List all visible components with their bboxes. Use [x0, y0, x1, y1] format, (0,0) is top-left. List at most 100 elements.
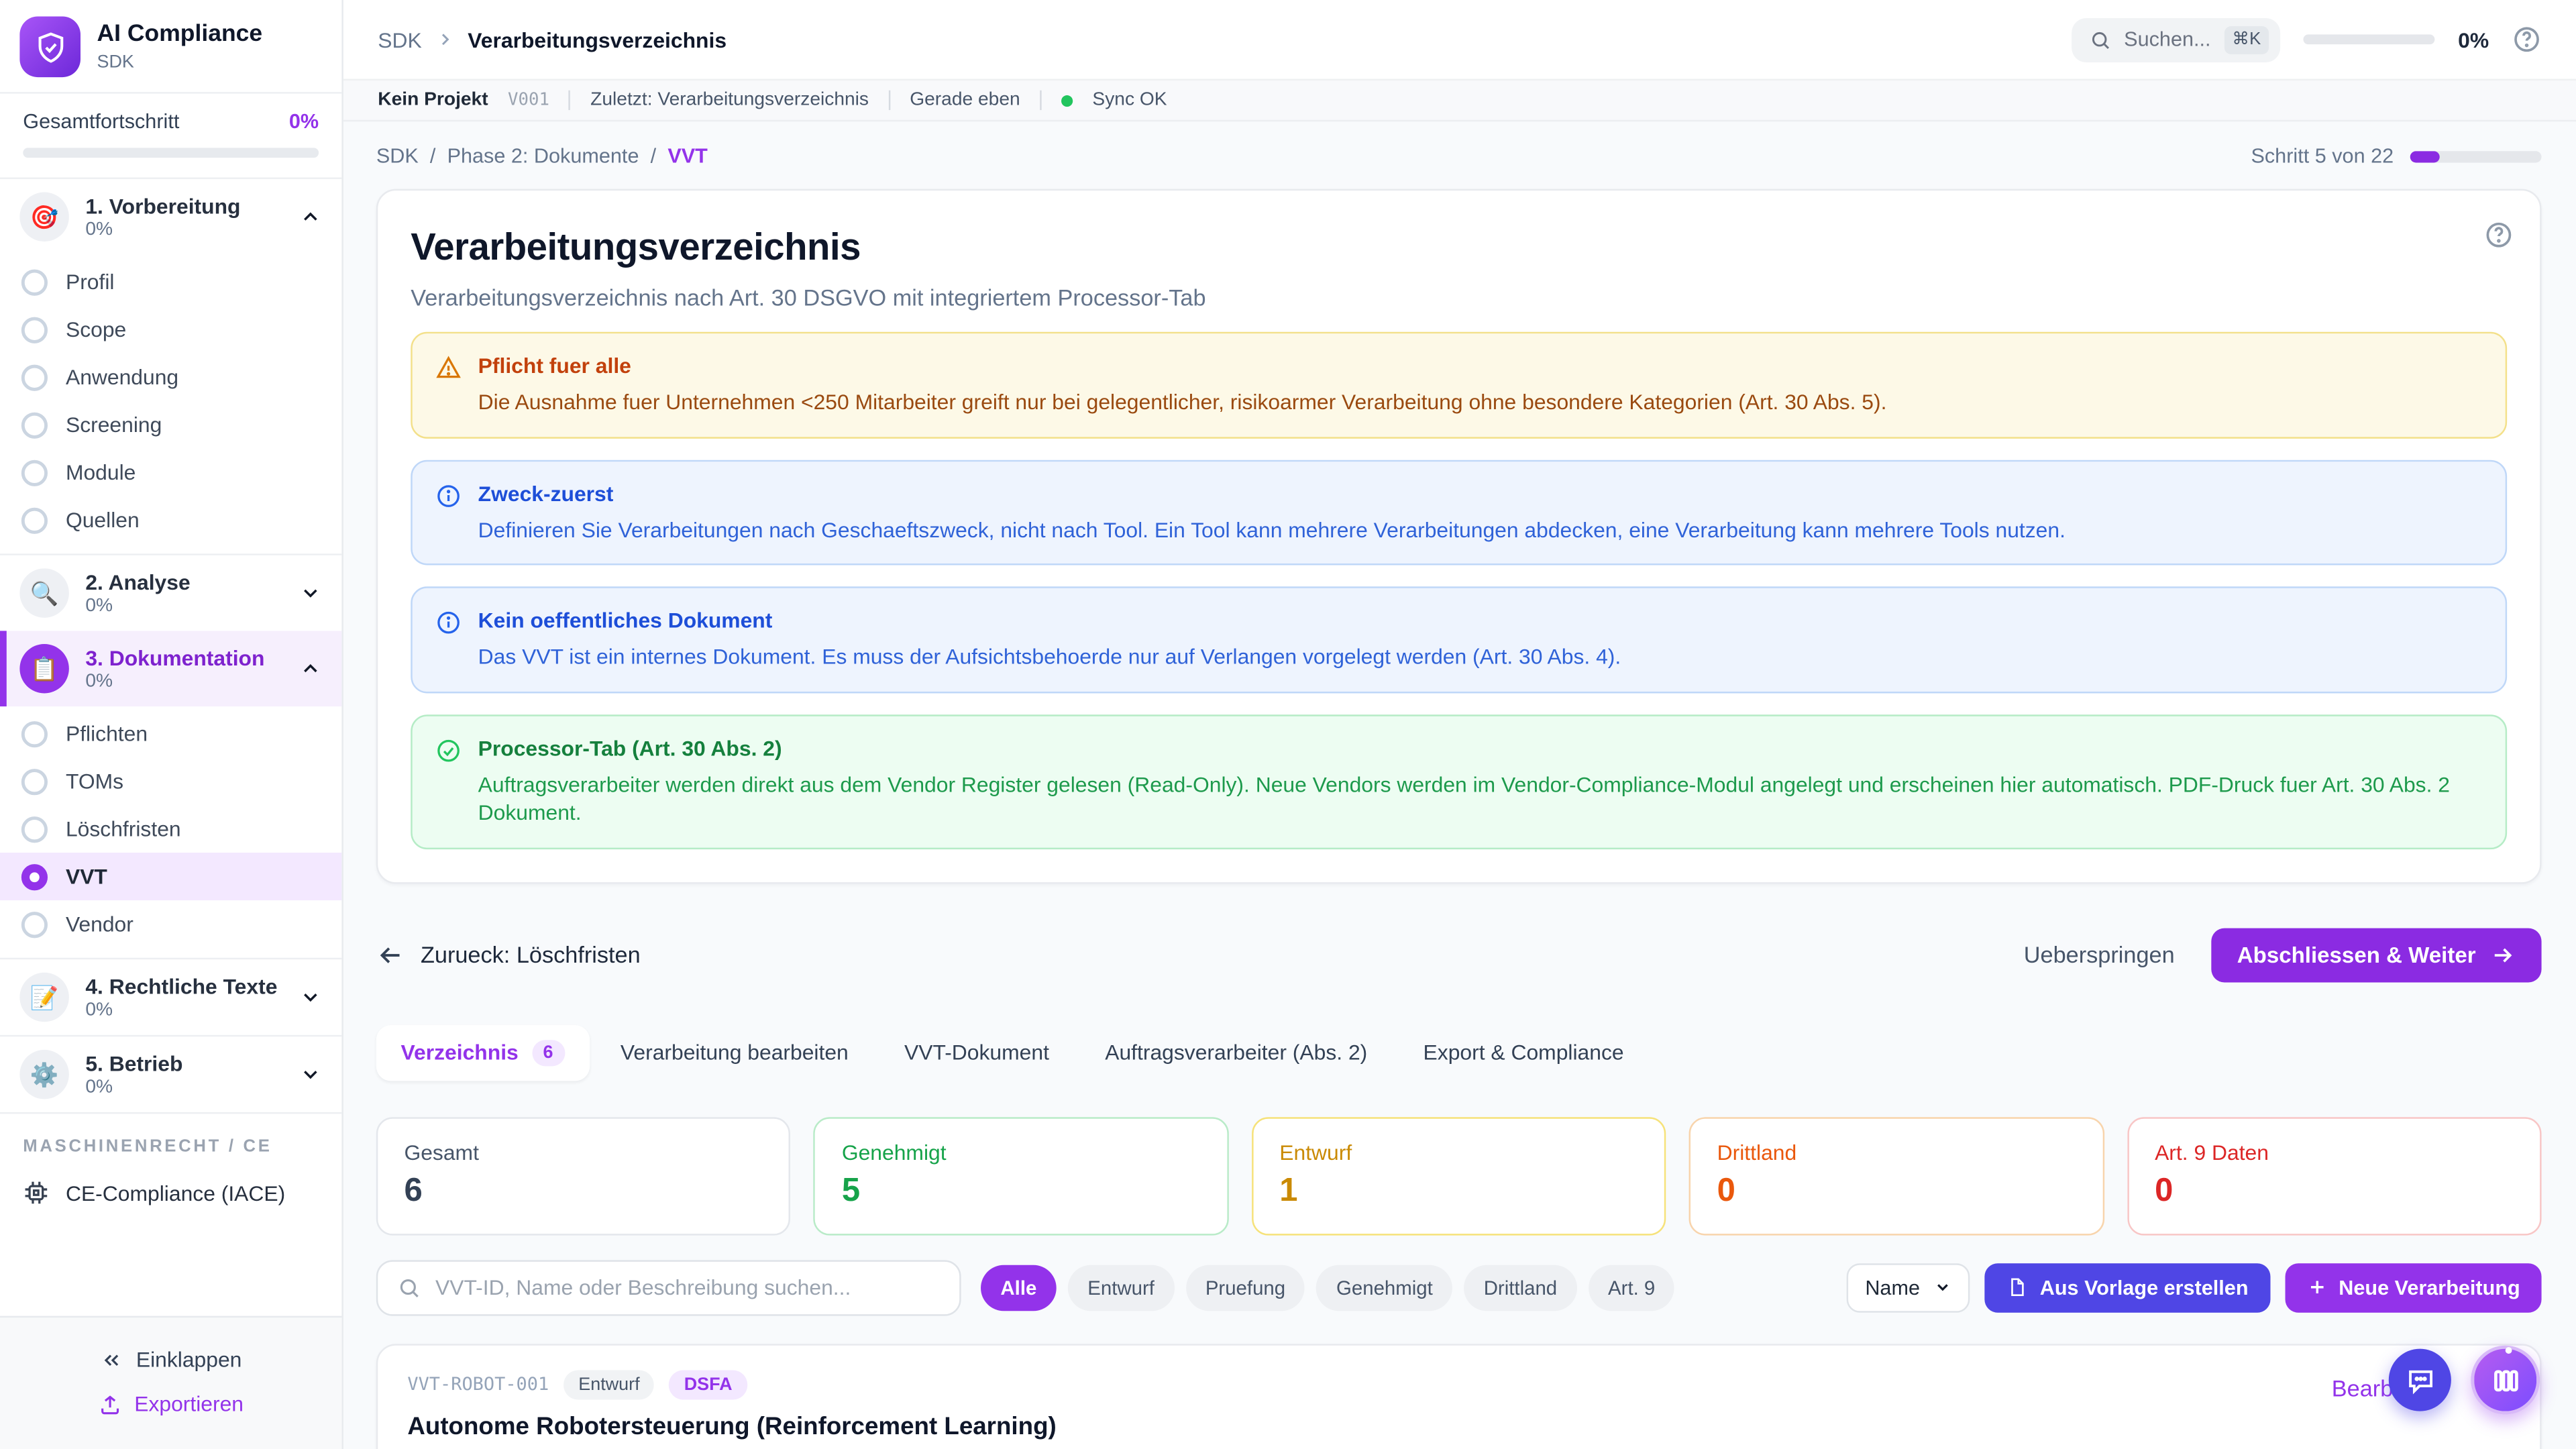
- sidebar-section-vorbereitung[interactable]: 🎯 1. Vorbereitung 0%: [0, 179, 341, 255]
- filter-genehmigt[interactable]: Genehmigt: [1317, 1265, 1453, 1311]
- record-search-input[interactable]: [435, 1275, 940, 1300]
- chat-fab[interactable]: [2389, 1349, 2451, 1411]
- sidebar-item-profil[interactable]: Profil: [0, 258, 341, 305]
- sidebar-item-vendor[interactable]: Vendor: [0, 900, 341, 948]
- sidebar-section-dokumentation[interactable]: 📋 3. Dokumentation 0%: [0, 631, 341, 706]
- alert-title: Kein oeffentliches Dokument: [478, 608, 1621, 633]
- stat-drittland: Drittland 0: [1689, 1117, 2104, 1235]
- magnifier-icon: 🔍: [19, 568, 68, 617]
- sidebar-section-rechtliche-texte[interactable]: 📝 4. Rechtliche Texte 0%: [0, 959, 341, 1035]
- alert-info-dokument: Kein oeffentliches Dokument Das VVT ist …: [411, 587, 2507, 693]
- chevron-up-icon: [299, 657, 322, 680]
- sidebar-item-ce-compliance[interactable]: CE-Compliance (IACE): [0, 1167, 341, 1226]
- notification-dot: [2506, 1347, 2512, 1354]
- filter-art9[interactable]: Art. 9: [1589, 1265, 1675, 1311]
- create-from-template-button[interactable]: Aus Vorlage erstellen: [1984, 1263, 2269, 1312]
- chip-icon: [23, 1179, 49, 1205]
- intro-card: Verarbeitungsverzeichnis Verarbeitungsve…: [376, 189, 2542, 883]
- filter-drittland[interactable]: Drittland: [1464, 1265, 1576, 1311]
- tab-vvt-dokument[interactable]: VVT-Dokument: [879, 1026, 1073, 1080]
- chevron-up-icon: [299, 205, 322, 228]
- info-circle-icon: [435, 482, 462, 508]
- record-dsfa-badge: DSFA: [669, 1370, 747, 1399]
- back-button[interactable]: Zurueck: Löschfristen: [376, 941, 641, 969]
- app-logo-row: AI Compliance SDK: [0, 0, 341, 92]
- global-search[interactable]: Suchen... ⌘K: [2072, 17, 2281, 62]
- page-title: Verarbeitungsverzeichnis: [411, 225, 2507, 270]
- tab-bar: Verzeichnis 6 Verarbeitung bearbeiten VV…: [376, 1025, 2542, 1081]
- sidebar-item-quellen[interactable]: Quellen: [0, 496, 341, 544]
- radio-icon: [21, 411, 48, 437]
- sidebar-item-pflichten[interactable]: Pflichten: [0, 710, 341, 757]
- alert-title: Zweck-zuerst: [478, 480, 2065, 505]
- filter-entwurf[interactable]: Entwurf: [1068, 1265, 1174, 1311]
- help-icon[interactable]: [2512, 25, 2541, 54]
- panels-fab[interactable]: [2471, 1346, 2540, 1415]
- tab-verzeichnis[interactable]: Verzeichnis 6: [376, 1025, 590, 1081]
- tab-auftragsverarbeiter[interactable]: Auftragsverarbeiter (Abs. 2): [1080, 1026, 1392, 1080]
- keyboard-shortcut-badge: ⌘K: [2224, 25, 2269, 54]
- section-percent: 0%: [85, 220, 282, 239]
- filter-alle[interactable]: Alle: [981, 1265, 1057, 1311]
- sidebar-section-analyse[interactable]: 🔍 2. Analyse 0%: [0, 555, 341, 631]
- document-icon: [2005, 1277, 2027, 1298]
- top-bar: SDK Verarbeitungsverzeichnis Suchen... ⌘…: [343, 0, 2576, 79]
- overall-progress-value: 0%: [289, 110, 319, 133]
- search-icon: [2090, 29, 2111, 50]
- chat-bubble-icon: [2404, 1364, 2436, 1396]
- breadcrumb-current: Verarbeitungsverzeichnis: [468, 27, 727, 52]
- section-percent: 0%: [85, 1078, 282, 1097]
- breadcrumb: SDK Verarbeitungsverzeichnis: [378, 27, 727, 52]
- page-breadcrumb-row: SDK/ Phase 2: Dokumente/ VVT Schritt 5 v…: [376, 145, 2542, 168]
- header-progress-bar: [2304, 34, 2435, 44]
- tab-verarbeitung-bearbeiten[interactable]: Verarbeitung bearbeiten: [596, 1026, 873, 1080]
- overall-progress: Gesamtfortschritt 0%: [0, 94, 341, 178]
- sync-status-dot: [1061, 95, 1073, 106]
- alert-title: Pflicht fuer alle: [478, 354, 1887, 378]
- breadcrumb-root[interactable]: SDK: [378, 27, 421, 52]
- section-label: 2. Analyse: [85, 570, 282, 595]
- sidebar-section-betrieb[interactable]: ⚙️ 5. Betrieb 0%: [0, 1036, 341, 1112]
- page-crumb-sdk[interactable]: SDK: [376, 145, 419, 168]
- alert-body: Definieren Sie Verarbeitungen nach Gesch…: [478, 515, 2065, 544]
- tab-export-compliance[interactable]: Export & Compliance: [1399, 1026, 1649, 1080]
- app-subtitle: SDK: [97, 52, 262, 72]
- radio-icon: [21, 459, 48, 485]
- search-placeholder: Suchen...: [2124, 28, 2210, 51]
- page-crumb-phase[interactable]: Phase 2: Dokumente: [447, 145, 639, 168]
- record-card[interactable]: VVT-ROBOT-001 Entwurf DSFA Autonome Robo…: [376, 1344, 2542, 1449]
- filter-pruefung[interactable]: Pruefung: [1185, 1265, 1305, 1311]
- last-visited: Zuletzt: Verarbeitungsverzeichnis: [590, 91, 869, 110]
- filter-pills: Alle Entwurf Pruefung Genehmigt Drittlan…: [981, 1265, 1675, 1311]
- sidebar-item-toms[interactable]: TOMs: [0, 757, 341, 805]
- header-progress-value: 0%: [2458, 27, 2489, 52]
- collapse-sidebar-button[interactable]: Einklappen: [0, 1337, 341, 1381]
- sidebar-item-scope[interactable]: Scope: [0, 306, 341, 354]
- sidebar-item-vvt[interactable]: VVT: [0, 853, 341, 900]
- chevron-right-icon: [435, 30, 454, 49]
- radio-icon: [21, 911, 48, 937]
- project-code: V001: [508, 91, 549, 110]
- new-record-button[interactable]: Neue Verarbeitung: [2284, 1263, 2541, 1312]
- stat-entwurf: Entwurf 1: [1252, 1117, 1666, 1235]
- sidebar-item-module[interactable]: Module: [0, 449, 341, 496]
- section-percent: 0%: [85, 596, 282, 616]
- page-crumb-current: VVT: [667, 145, 708, 168]
- radio-icon: [21, 364, 48, 390]
- skip-button[interactable]: Ueberspringen: [2024, 942, 2175, 968]
- record-search: [376, 1260, 961, 1316]
- finish-next-button[interactable]: Abschliessen & Weiter: [2211, 928, 2542, 982]
- alert-title: Processor-Tab (Art. 30 Abs. 2): [478, 735, 2483, 760]
- target-icon: 🎯: [19, 193, 68, 241]
- export-button[interactable]: Exportieren: [0, 1382, 341, 1426]
- sidebar-item-loeschfristen[interactable]: Löschfristen: [0, 805, 341, 853]
- help-icon[interactable]: [2484, 220, 2514, 250]
- sidebar-item-screening[interactable]: Screening: [0, 401, 341, 449]
- section-label: 5. Betrieb: [85, 1051, 282, 1076]
- sort-select[interactable]: Name: [1847, 1263, 1969, 1312]
- filter-toolbar: Alle Entwurf Pruefung Genehmigt Drittlan…: [376, 1260, 2542, 1316]
- arrow-left-icon: [376, 941, 405, 969]
- stat-art9: Art. 9 Daten 0: [2127, 1117, 2541, 1235]
- section-percent: 0%: [85, 1000, 282, 1020]
- sidebar-item-anwendung[interactable]: Anwendung: [0, 354, 341, 401]
